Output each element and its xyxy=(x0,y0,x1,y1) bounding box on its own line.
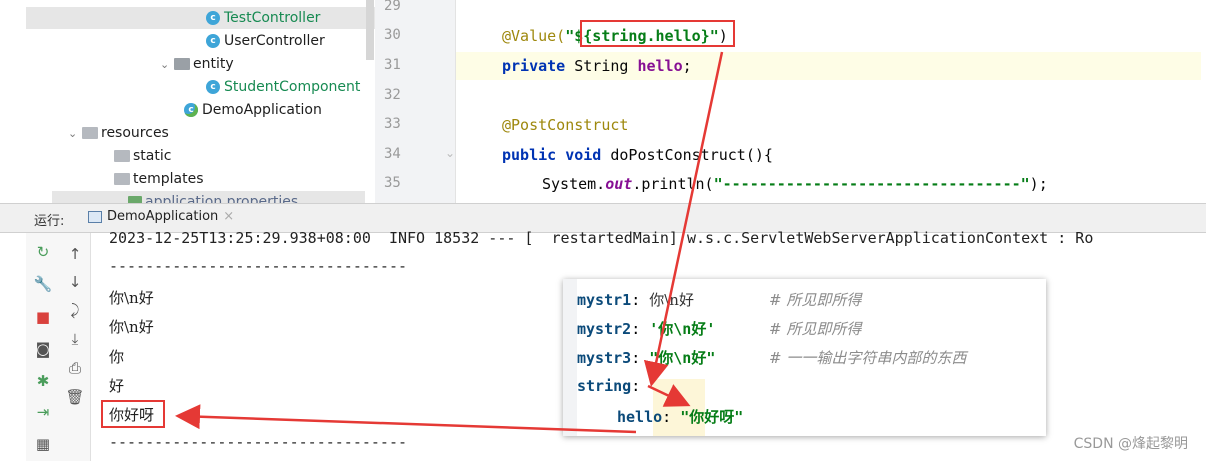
arrow-to-yaml xyxy=(643,51,724,387)
arrow-to-hello xyxy=(647,384,691,407)
arrow-to-output xyxy=(175,404,637,434)
annotation-arrows xyxy=(175,51,724,434)
